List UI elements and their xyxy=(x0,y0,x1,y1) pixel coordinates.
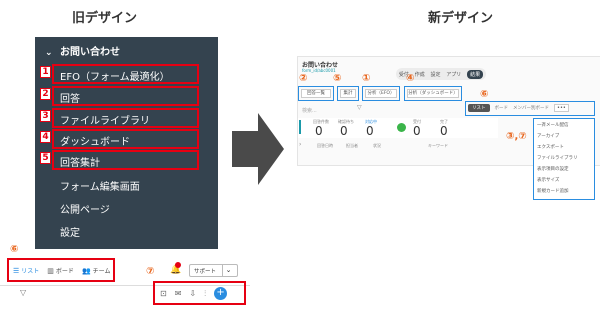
stat-value-3: 0 xyxy=(413,124,421,138)
menu-item-new-card[interactable]: 新規カード追加 xyxy=(537,188,569,194)
new-search-input[interactable]: 検索... xyxy=(302,107,317,114)
support-label: サポート xyxy=(194,268,217,275)
old-tab-team-label: チーム xyxy=(92,268,111,275)
circled-marker-3-7: ③,⑦ xyxy=(506,131,527,142)
nav-tab-create[interactable]: 作成 xyxy=(415,71,425,78)
stat-value-1: 0 xyxy=(340,124,348,138)
menu-item-display-columns[interactable]: 表示項目の設定 xyxy=(537,166,569,172)
circled-marker-2: ② xyxy=(299,73,308,84)
column-header-2: 状況 xyxy=(373,143,381,148)
inbox-icon[interactable]: ⊡ xyxy=(160,289,167,298)
column-header-3: キーワード xyxy=(428,143,448,148)
old-tab-board[interactable]: ▥ ボード xyxy=(47,266,74,276)
new-tab-member-board[interactable]: メンバー別ボード xyxy=(513,105,549,111)
menu-item-bulk-mail[interactable]: 一斉メール配信 xyxy=(537,122,569,128)
menu-item-export[interactable]: エクスポート xyxy=(537,144,564,150)
marker-1: 1 xyxy=(40,66,51,78)
circled-marker-1: ① xyxy=(362,73,371,84)
nav-tab-apps[interactable]: アプリ xyxy=(446,71,461,78)
menu-item-display-size[interactable]: 表示サイズ xyxy=(537,177,559,183)
transition-arrow-icon xyxy=(232,113,284,185)
column-header-1: 担当者 xyxy=(346,143,358,148)
support-dropdown[interactable]: サポート ⌄ xyxy=(189,264,238,277)
efo-analysis-button[interactable]: 分析（EFO） xyxy=(365,89,397,98)
circled-marker-6-old: ⑥ xyxy=(10,244,19,255)
marker-3: 3 xyxy=(40,110,51,122)
sidebar-item-form-editor[interactable]: フォーム編集画面 xyxy=(60,178,140,193)
status-check-icon xyxy=(397,123,406,132)
nav-tab-results[interactable]: 結果 xyxy=(467,69,484,79)
collapse-arrow-icon[interactable]: › xyxy=(299,141,301,148)
old-tab-team[interactable]: 👥 チーム xyxy=(81,266,111,276)
dashboard-analysis-button[interactable]: 分析（ダッシュボード） xyxy=(407,89,459,98)
team-icon: 👥 xyxy=(81,266,91,275)
old-design-heading: 旧デザイン xyxy=(72,11,138,26)
stat-value-0: 0 xyxy=(315,124,323,138)
stat-value-4: 0 xyxy=(440,124,448,138)
chevron-down-icon: ⌄ xyxy=(222,265,234,276)
download-icon[interactable]: ⇩ xyxy=(189,289,196,298)
old-sidebar-header-label: お問い合わせ xyxy=(60,47,121,58)
circled-marker-6-new: ⑥ xyxy=(480,89,489,100)
sidebar-item-answers[interactable]: 回答 xyxy=(60,90,80,105)
notification-badge xyxy=(175,262,181,268)
sidebar-item-file-library[interactable]: ファイルライブラリ xyxy=(60,112,150,127)
new-view-tabs: リスト ボード メンバー別ボード ••• xyxy=(468,104,569,112)
more-menu-icon[interactable]: ••• xyxy=(554,104,569,112)
old-tab-list-label: リスト xyxy=(21,268,40,275)
sidebar-item-dashboard[interactable]: ダッシュボード xyxy=(60,133,130,148)
filter-icon[interactable]: ▽ xyxy=(20,288,26,297)
sidebar-item-aggregate[interactable]: 回答集計 xyxy=(60,154,100,169)
new-tab-list[interactable]: リスト xyxy=(468,104,490,112)
circled-marker-5: ⑤ xyxy=(333,73,342,84)
marker-2: 2 xyxy=(40,88,51,100)
marker-5: 5 xyxy=(40,152,51,164)
new-design-heading: 新デザイン xyxy=(428,11,494,26)
new-tab-board[interactable]: ボード xyxy=(495,105,509,111)
board-icon: ▥ xyxy=(47,266,54,275)
sidebar-item-settings[interactable]: 設定 xyxy=(60,224,80,239)
add-button[interactable]: + xyxy=(214,287,228,300)
old-tab-board-label: ボード xyxy=(55,268,74,275)
old-action-icons: ⊡ ✉ ⇩ ⫶ + xyxy=(160,287,228,300)
chevron-down-icon: ⌄ xyxy=(45,48,53,58)
marker-4: 4 xyxy=(40,131,51,143)
menu-item-file-library[interactable]: ファイルライブラリ xyxy=(537,155,578,161)
sidebar-item-public-page[interactable]: 公開ページ xyxy=(60,201,110,216)
old-view-tabs: ☰ リスト ▥ ボード 👥 チーム xyxy=(13,266,111,276)
menu-item-archive[interactable]: アーカイブ xyxy=(537,133,559,139)
old-sidebar-header[interactable]: ⌄ お問い合わせ xyxy=(45,43,120,58)
old-tab-list[interactable]: ☰ リスト xyxy=(13,266,40,276)
column-header-0: 回答日時 xyxy=(317,143,333,148)
filter-icon-new[interactable]: ▽ xyxy=(357,104,362,111)
aggregate-button[interactable]: 集計 xyxy=(340,89,356,98)
stat-value-2: 0 xyxy=(366,124,374,138)
mail-icon[interactable]: ✉ xyxy=(175,289,182,298)
circled-marker-4: ④ xyxy=(406,73,415,84)
sidebar-item-efo[interactable]: EFO（フォーム最適化） xyxy=(60,68,170,83)
nav-tab-settings[interactable]: 設定 xyxy=(430,71,440,78)
stats-accent-bar xyxy=(299,120,301,134)
settings-sliders-icon[interactable]: ⫶ xyxy=(204,289,206,299)
list-icon: ☰ xyxy=(13,266,20,275)
answers-list-button[interactable]: 回答一覧 xyxy=(301,89,331,98)
circled-marker-7-old: ⑦ xyxy=(146,266,155,277)
